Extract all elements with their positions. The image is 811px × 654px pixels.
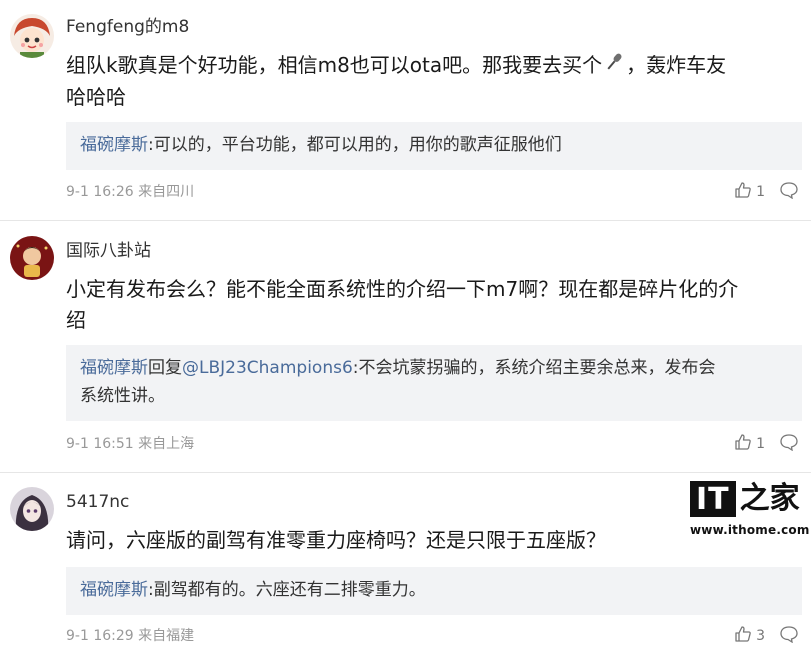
thumbs-up-icon: [734, 433, 752, 455]
reply-box: 福碗摩斯:副驾都有的。六座还有二排零重力。: [66, 567, 802, 615]
avatar[interactable]: [10, 236, 54, 280]
comment-actions: 1: [734, 181, 799, 203]
watermark-url: www.ithome.com: [690, 523, 810, 537]
reply-button[interactable]: [779, 433, 799, 455]
comment-text-part: 哈哈哈: [66, 85, 126, 109]
comment-username[interactable]: 国际八卦站: [66, 240, 151, 262]
comment-meta: 9-1 16:26 来自四川: [66, 184, 195, 200]
logo-cn: 之家: [739, 481, 800, 516]
thumbs-up-icon: [734, 181, 752, 203]
reply-author[interactable]: 福碗摩斯: [80, 135, 148, 155]
reply-mention[interactable]: @LBJ23Champions6: [182, 358, 353, 378]
comment-username[interactable]: Fengfeng的m8: [66, 16, 189, 38]
like-count: 3: [756, 628, 765, 644]
comment-1: Fengfeng的m8 组队k歌真是个好功能，相信m8也可以ota吧。那我要去买…: [0, 0, 811, 220]
comment-text-part: 小定有发布会么？能不能全面系统性的介绍一下m7啊？现在都是碎片化的介: [66, 277, 739, 301]
avatar[interactable]: [10, 14, 54, 58]
reply-button[interactable]: [779, 181, 799, 203]
comment-text-part: 绍: [66, 308, 86, 332]
reply-content: :可以的，平台功能，都可以用的，用你的歌声征服他们: [148, 135, 562, 155]
logo-latin: IT: [690, 481, 736, 517]
comment-2: 国际八卦站 小定有发布会么？能不能全面系统性的介绍一下m7啊？现在都是碎片化的介…: [0, 221, 811, 472]
comment-text-part: ，轰炸车友: [626, 53, 727, 77]
reply-author[interactable]: 福碗摩斯: [80, 358, 148, 378]
reply-author[interactable]: 福碗摩斯: [80, 580, 148, 600]
reply-content: :副驾都有的。六座还有二排零重力。: [148, 580, 426, 600]
reply-box: 福碗摩斯回复@LBJ23Champions6:不会坑蒙拐骗的，系统介绍主要余总来…: [66, 345, 802, 421]
reply-button[interactable]: [779, 625, 799, 647]
comment-text-part: 请问，六座版的副驾有准零重力座椅吗？还是只限于五座版？: [66, 528, 606, 552]
ithome-watermark: IT 之家 www.ithome.com: [690, 481, 810, 537]
comment-meta: 9-1 16:51 来自上海: [66, 436, 195, 452]
thumbs-up-icon: [734, 625, 752, 647]
microphone-icon: [602, 51, 626, 82]
comment-actions: 3: [734, 625, 799, 647]
like-count: 1: [756, 184, 765, 200]
speech-bubble-icon: [779, 433, 799, 455]
avatar[interactable]: [10, 487, 54, 531]
like-button[interactable]: 1: [734, 433, 765, 455]
reply-word: 回复: [148, 358, 182, 378]
like-count: 1: [756, 436, 765, 452]
comment-meta: 9-1 16:29 来自福建: [66, 628, 195, 644]
reply-box: 福碗摩斯:可以的，平台功能，都可以用的，用你的歌声征服他们: [66, 122, 802, 170]
speech-bubble-icon: [779, 625, 799, 647]
like-button[interactable]: 1: [734, 181, 765, 203]
reply-content: 系统性讲。: [80, 386, 165, 406]
comment-text: 组队k歌真是个好功能，相信m8也可以ota吧。那我要去买个 ，轰炸车友 哈哈哈: [66, 50, 806, 113]
comment-text-part: 组队k歌真是个好功能，相信m8也可以ota吧。那我要去买个: [66, 53, 603, 77]
comment-text: 小定有发布会么？能不能全面系统性的介绍一下m7啊？现在都是碎片化的介 绍: [66, 274, 806, 336]
comment-actions: 1: [734, 433, 799, 455]
speech-bubble-icon: [779, 181, 799, 203]
reply-content: :不会坑蒙拐骗的，系统介绍主要余总来，发布会: [352, 358, 716, 378]
comment-username[interactable]: 5417nc: [66, 491, 129, 513]
ithome-logo: IT 之家: [690, 481, 808, 517]
like-button[interactable]: 3: [734, 625, 765, 647]
